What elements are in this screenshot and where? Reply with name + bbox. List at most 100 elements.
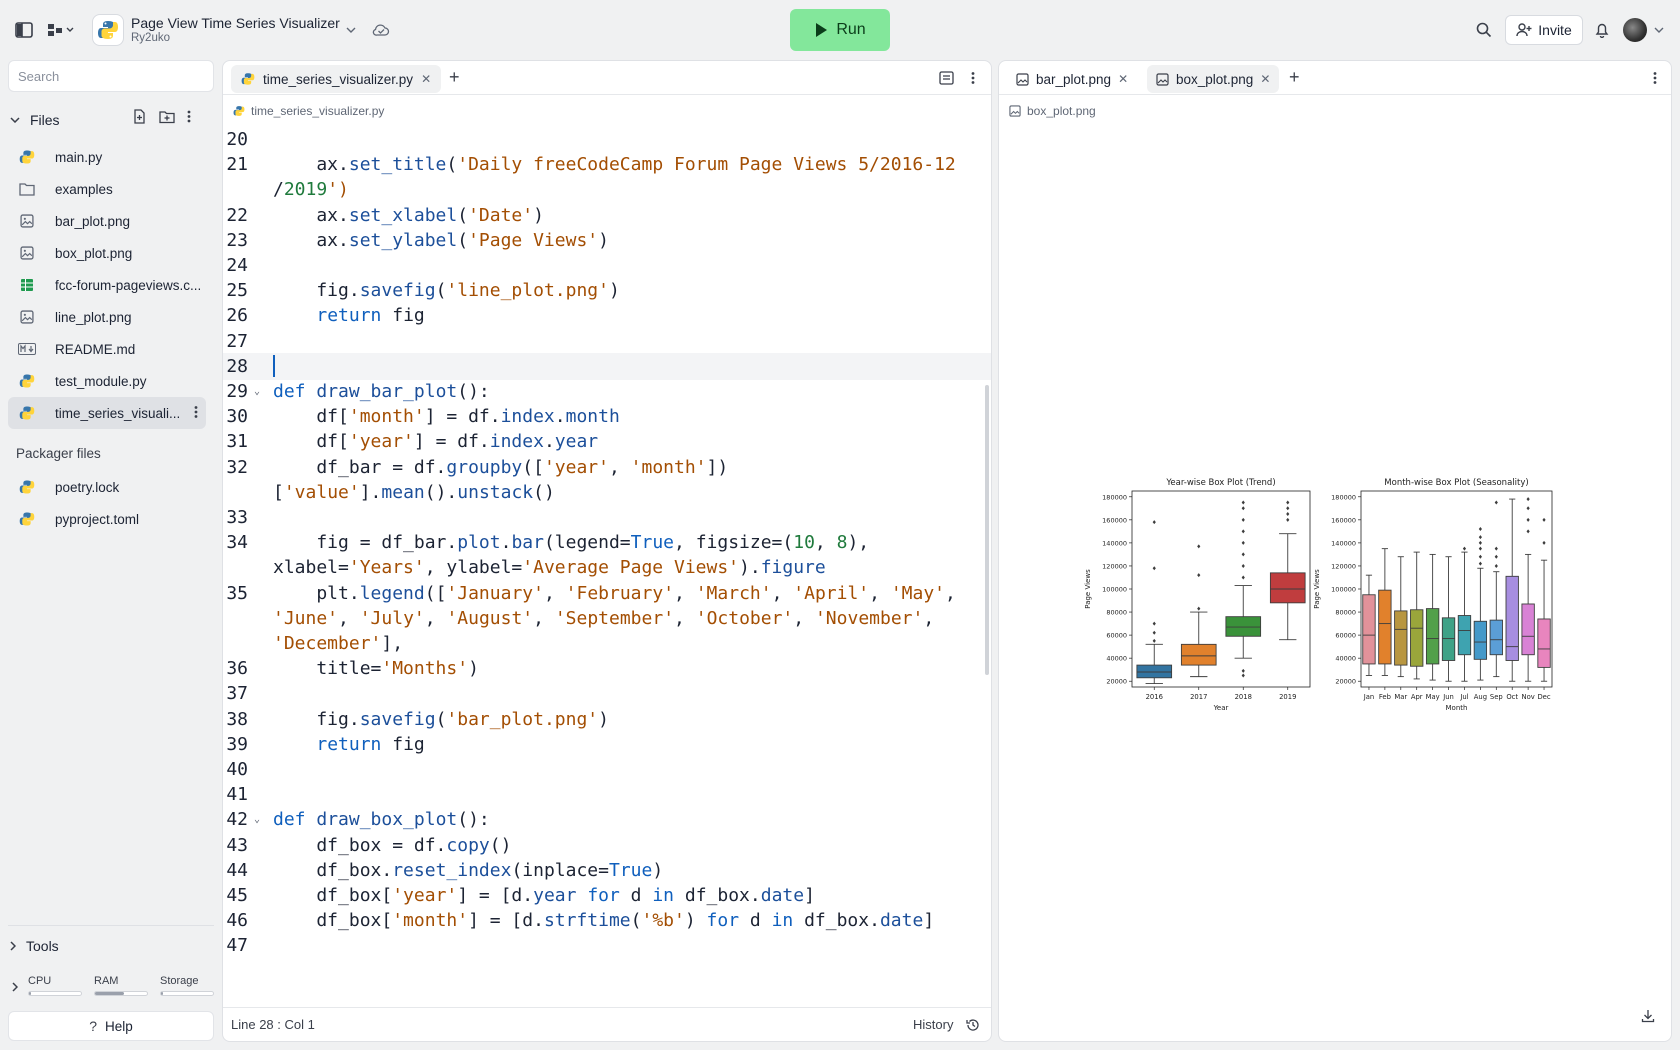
code-line[interactable]: 24 [223, 252, 991, 279]
more-options-icon[interactable] [194, 405, 198, 422]
code-line[interactable]: 36 title='Months') [223, 655, 991, 682]
code-line[interactable]: 29 ⌄ def draw_bar_plot(): [223, 378, 991, 405]
new-folder-icon[interactable] [159, 109, 175, 127]
file-item[interactable]: main.py [8, 141, 206, 173]
cursor-position[interactable]: Line 28 : Col 1 [231, 1017, 315, 1032]
close-icon[interactable]: ✕ [1260, 72, 1270, 86]
tab-time-series-visualizer[interactable]: time_series_visualizer.py ✕ [231, 65, 442, 93]
file-item[interactable]: README.md [8, 333, 206, 365]
code-line[interactable]: 'December'], [223, 630, 991, 657]
file-item[interactable]: examples [8, 173, 206, 205]
code-line[interactable]: 43 df_box = df.copy() [223, 832, 991, 859]
code-line[interactable]: ['value'].mean().unstack() [223, 479, 991, 506]
search-input[interactable]: Search [8, 60, 214, 92]
tools-section[interactable]: Tools [10, 938, 59, 954]
search-icon[interactable] [1473, 19, 1495, 41]
help-button[interactable]: ? Help [8, 1011, 214, 1041]
code-line[interactable]: /2019') [223, 176, 991, 203]
fold-chevron-icon[interactable]: ⌄ [254, 806, 260, 833]
history-label[interactable]: History [913, 1017, 953, 1032]
run-button[interactable]: Run [790, 9, 890, 51]
code-line[interactable]: 45 df_box['year'] = [d.year for d in df_… [223, 882, 991, 909]
more-options-icon[interactable] [1653, 71, 1657, 90]
code-text: df_box['year'] = [d.year for d in df_box… [273, 885, 815, 906]
image-viewer-pane: bar_plot.png ✕ box_plot.png ✕ + box_plot… [998, 60, 1672, 1042]
chevron-right-icon[interactable] [12, 982, 18, 992]
python-icon [18, 404, 36, 422]
code-line[interactable]: 42 ⌄ def draw_box_plot(): [223, 806, 991, 833]
code-editor[interactable]: 20 21 ax.set_title('Daily freeCodeCamp Fo… [223, 126, 991, 1009]
x-tick-label: 2019 [1279, 693, 1296, 701]
code-line[interactable]: 'June', 'July', 'August', 'September', '… [223, 605, 991, 632]
chevron-down-icon[interactable] [1648, 19, 1670, 41]
app-title[interactable]: Page View Time Series Visualizer [131, 15, 340, 31]
code-line[interactable]: 47 [223, 932, 991, 959]
code-line[interactable]: 39 return fig [223, 731, 991, 758]
breadcrumb[interactable]: box_plot.png [1009, 104, 1096, 118]
code-line[interactable]: 40 [223, 756, 991, 783]
code-line[interactable]: 25 fig.savefig('line_plot.png') [223, 277, 991, 304]
app-owner[interactable]: Ry2uko [131, 32, 170, 44]
ram-meter[interactable] [94, 991, 148, 996]
code-line[interactable]: 31 df['year'] = df.index.year [223, 428, 991, 455]
code-line[interactable]: 38 fig.savefig('bar_plot.png') [223, 706, 991, 733]
tab-bar-plot[interactable]: bar_plot.png ✕ [1007, 65, 1137, 93]
line-number: 30 [226, 406, 248, 428]
code-line[interactable]: 22 ax.set_xlabel('Date') [223, 202, 991, 229]
code-line[interactable]: 28 [223, 352, 991, 380]
bell-icon[interactable] [1591, 19, 1613, 41]
box [1505, 575, 1519, 661]
code-line[interactable]: xlabel='Years', ylabel='Average Page Vie… [223, 554, 991, 581]
file-item[interactable]: poetry.lock [8, 471, 206, 503]
cpu-meter[interactable] [28, 991, 82, 996]
file-item[interactable]: bar_plot.png [8, 205, 206, 237]
file-item[interactable]: box_plot.png [8, 237, 206, 269]
code-line[interactable]: 20 [223, 126, 991, 153]
history-icon[interactable] [966, 1018, 980, 1032]
cloud-check-icon[interactable] [370, 19, 392, 41]
more-options-icon[interactable] [187, 109, 191, 127]
y-tick-label: 60000 [1106, 632, 1127, 640]
storage-meter[interactable] [160, 991, 214, 996]
scrollbar[interactable] [985, 385, 989, 675]
download-icon[interactable] [1641, 1009, 1655, 1028]
file-item[interactable]: time_series_visuali... [8, 397, 206, 429]
code-line[interactable]: 35 plt.legend(['January', 'February', 'M… [223, 580, 991, 607]
file-item[interactable]: test_module.py [8, 365, 206, 397]
workspace-menu-icon[interactable] [46, 19, 78, 41]
sidebar-toggle-icon[interactable] [13, 19, 35, 41]
invite-button[interactable]: Invite [1505, 15, 1583, 45]
code-line[interactable]: 46 df_box['month'] = [d.strftime('%b') f… [223, 907, 991, 934]
code-line[interactable]: 23 ax.set_ylabel('Page Views') [223, 227, 991, 254]
python-logo-icon[interactable] [92, 14, 124, 46]
y-tick-label: 120000 [1102, 562, 1127, 570]
document-outline-icon[interactable] [939, 71, 954, 90]
code-line[interactable]: 33 [223, 504, 991, 531]
close-icon[interactable]: ✕ [421, 72, 431, 86]
code-line[interactable]: 44 df_box.reset_index(inplace=True) [223, 857, 991, 884]
code-line[interactable]: 32 df_bar = df.groupby(['year', 'month']… [223, 454, 991, 481]
new-file-icon[interactable] [132, 109, 147, 127]
add-tab-icon[interactable]: + [449, 68, 460, 86]
code-line[interactable]: 37 [223, 680, 991, 707]
file-item[interactable]: fcc-forum-pageviews.c... [8, 269, 206, 301]
add-tab-icon[interactable]: + [1289, 68, 1300, 86]
more-options-icon[interactable] [971, 71, 975, 90]
code-text: return fig [316, 305, 425, 327]
code-line[interactable]: 34 fig = df_bar.plot.bar(legend=True, fi… [223, 529, 991, 556]
code-line[interactable]: 21 ax.set_title('Daily freeCodeCamp Foru… [223, 151, 991, 178]
tab-box-plot[interactable]: box_plot.png ✕ [1147, 65, 1280, 93]
code-line[interactable]: 27 [223, 328, 991, 355]
file-item[interactable]: line_plot.png [8, 301, 206, 333]
chevron-down-icon[interactable] [340, 19, 362, 41]
fold-chevron-icon[interactable]: ⌄ [254, 378, 260, 405]
close-icon[interactable]: ✕ [1118, 72, 1128, 86]
code-line[interactable]: 30 df['month'] = df.index.month [223, 403, 991, 430]
file-item[interactable]: pyproject.toml [8, 503, 206, 535]
avatar[interactable] [1623, 18, 1647, 42]
breadcrumb[interactable]: time_series_visualizer.py [233, 104, 384, 118]
image-icon [1016, 72, 1029, 86]
code-line[interactable]: 41 [223, 781, 991, 808]
chart-title: Year-wise Box Plot (Trend) [1165, 478, 1275, 488]
code-line[interactable]: 26 return fig [223, 302, 991, 329]
